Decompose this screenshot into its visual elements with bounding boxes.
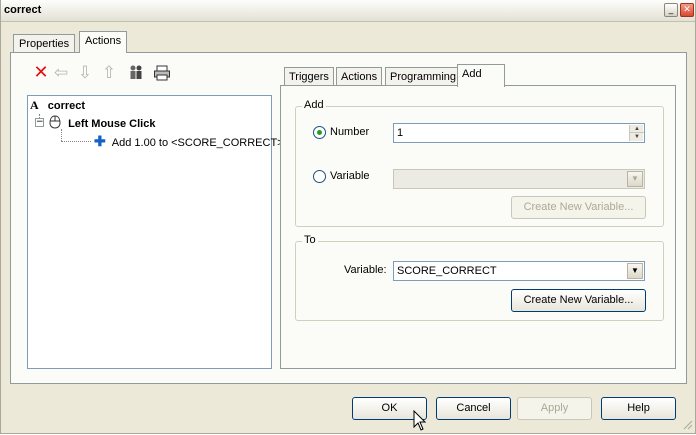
- tab-inner-actions-label: Actions: [341, 71, 378, 83]
- tab-programming[interactable]: Programming: [385, 67, 462, 86]
- mouse-icon: [48, 115, 65, 130]
- minimize-icon[interactable]: _: [664, 3, 678, 17]
- add-panel: Add Number 1 ▲ ▼ Variable ▼ Create New V…: [280, 85, 676, 369]
- tree-event-label: Left Mouse Click: [68, 118, 156, 130]
- chevron-down-icon[interactable]: ▼: [627, 263, 643, 279]
- tab-properties[interactable]: Properties: [13, 34, 76, 53]
- tab-triggers-label: Triggers: [289, 71, 329, 83]
- text-object-icon: A: [30, 98, 39, 112]
- to-group: To Variable: SCORE_CORRECT ▼ Create New …: [295, 234, 664, 321]
- tree-line: [61, 141, 91, 142]
- tree-action[interactable]: ✚ Add 1.00 to <SCORE_CORRECT>: [94, 133, 284, 150]
- users-icon[interactable]: [126, 63, 146, 83]
- number-stepper[interactable]: ▲ ▼: [629, 125, 644, 141]
- number-radio[interactable]: [313, 126, 326, 139]
- variable-radio[interactable]: [313, 170, 326, 183]
- print-icon[interactable]: [152, 63, 172, 83]
- title-bar: correct _ ✕: [1, 0, 695, 22]
- plus-icon: ✚: [94, 133, 106, 149]
- cancel-button[interactable]: Cancel: [436, 397, 511, 420]
- to-group-title: To: [302, 234, 318, 246]
- tab-programming-label: Programming: [390, 71, 457, 83]
- help-button[interactable]: Help: [601, 397, 676, 420]
- add-group: Add Number 1 ▲ ▼ Variable ▼ Create New V…: [295, 99, 664, 227]
- tree-expander[interactable]: −: [35, 118, 44, 127]
- tab-triggers[interactable]: Triggers: [284, 67, 334, 86]
- apply-button[interactable]: Apply: [517, 397, 592, 420]
- to-variable-label: Variable:: [344, 264, 387, 276]
- tab-add-label: Add: [462, 68, 482, 80]
- stepper-down-icon[interactable]: ▼: [630, 133, 644, 141]
- to-variable-select[interactable]: SCORE_CORRECT ▼: [393, 261, 645, 281]
- tree-root-label: correct: [47, 100, 86, 112]
- tree-event[interactable]: Left Mouse Click: [48, 115, 155, 130]
- to-variable-value: SCORE_CORRECT: [397, 265, 497, 277]
- number-value: 1: [397, 127, 404, 139]
- tree-root[interactable]: A correct: [30, 98, 85, 113]
- create-new-variable-button-add[interactable]: Create New Variable...: [511, 196, 646, 219]
- tree-line: [39, 114, 40, 118]
- number-input[interactable]: 1 ▲ ▼: [393, 123, 645, 143]
- mouse-cursor-icon: [413, 409, 427, 432]
- variable-label: Variable: [330, 170, 370, 182]
- action-tree[interactable]: A correct − Left Mouse Click ✚ Add 1.00 …: [27, 95, 284, 369]
- tree-line: [61, 129, 62, 141]
- tab-actions[interactable]: Actions: [79, 31, 128, 53]
- chevron-down-icon[interactable]: ▼: [627, 171, 643, 187]
- tree-action-label: Add 1.00 to <SCORE_CORRECT>: [111, 137, 284, 149]
- tab-add[interactable]: Add: [457, 64, 505, 87]
- dialog-window: correct _ ✕ Properties Actions ✕ ⇦ ⇩ ⇧ A…: [0, 0, 696, 434]
- delete-icon[interactable]: ✕: [32, 63, 50, 83]
- add-group-title: Add: [302, 99, 326, 111]
- create-new-variable-button-to[interactable]: Create New Variable...: [511, 289, 646, 312]
- tab-actions-label: Actions: [85, 35, 122, 47]
- tab-properties-label: Properties: [19, 38, 70, 50]
- tab-inner-actions[interactable]: Actions: [336, 67, 383, 86]
- arrow-up-icon[interactable]: ⇧: [100, 63, 118, 83]
- arrow-down-icon[interactable]: ⇩: [76, 63, 94, 83]
- resize-grip-icon[interactable]: [681, 418, 693, 430]
- number-label: Number: [330, 126, 370, 138]
- stepper-up-icon[interactable]: ▲: [630, 125, 644, 133]
- arrow-left-icon[interactable]: ⇦: [52, 63, 70, 83]
- close-icon[interactable]: ✕: [680, 3, 694, 17]
- variable-select[interactable]: ▼: [393, 169, 645, 189]
- window-title: correct: [4, 4, 42, 16]
